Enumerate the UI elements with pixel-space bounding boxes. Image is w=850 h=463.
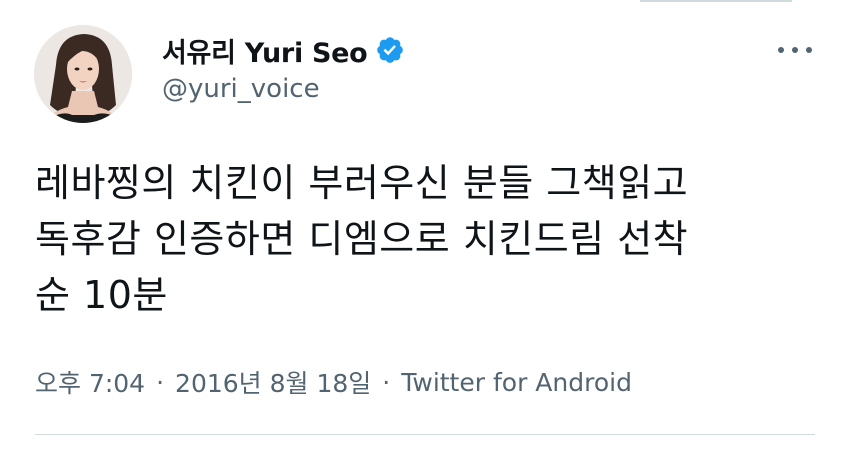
bottom-divider (35, 434, 815, 435)
tweet-date[interactable]: 2016년 8월 18일 (175, 364, 371, 400)
more-dot-icon (778, 47, 784, 53)
separator-dot: · (382, 367, 391, 397)
tweet-source-link[interactable]: Twitter for Android (401, 368, 632, 397)
tweet-time[interactable]: 오후 7:04 (35, 364, 145, 400)
avatar[interactable] (34, 25, 132, 123)
tweet-text: 레바찡의 치킨이 부러우신 분들 그책읽고 독후감 인증하면 디엠으로 치킨드림… (35, 155, 835, 323)
more-dot-icon (792, 47, 798, 53)
more-options-button[interactable] (778, 40, 812, 60)
tweet-metadata: 오후 7:04 · 2016년 8월 18일 · Twitter for And… (35, 362, 632, 402)
more-dot-icon (806, 47, 812, 53)
tweet-text-line: 순 10분 (35, 273, 168, 317)
author-handle[interactable]: @yuri_voice (162, 74, 320, 104)
avatar-image (34, 25, 132, 123)
top-divider (640, 0, 792, 2)
author-name-row[interactable]: 서유리 Yuri Seo (162, 30, 405, 70)
tweet-text-line: 독후감 인증하면 디엠으로 치킨드림 선착 (35, 217, 689, 261)
verified-badge-icon (375, 35, 405, 65)
display-name[interactable]: 서유리 Yuri Seo (162, 31, 368, 70)
separator-dot: · (156, 367, 165, 397)
tweet-text-line: 레바찡의 치킨이 부러우신 분들 그책읽고 (35, 161, 689, 205)
